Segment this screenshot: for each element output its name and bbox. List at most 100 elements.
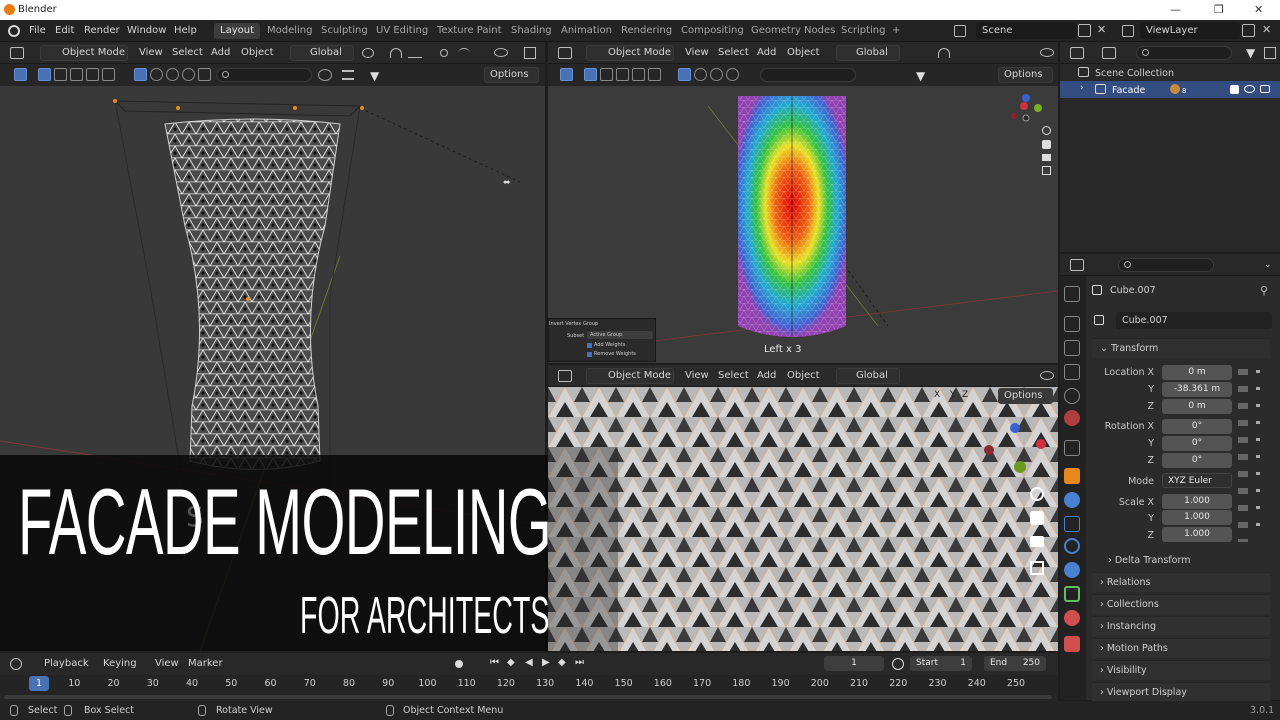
filter-icon[interactable]: ▼ <box>370 69 379 83</box>
maximize-button[interactable]: ❐ <box>1214 3 1224 16</box>
properties-editor-icon[interactable] <box>1070 259 1084 271</box>
collections-panel[interactable]: › Collections <box>1092 594 1270 614</box>
menu-help[interactable]: Help <box>174 25 197 36</box>
rt-shading-material-icon[interactable] <box>710 68 723 81</box>
grid-icon[interactable] <box>1042 166 1051 175</box>
rt-shading-rendered-icon[interactable] <box>726 68 739 81</box>
play-reverse-icon[interactable]: ◀ <box>525 657 533 668</box>
rt-mode-dropdown[interactable]: Object Mode <box>586 45 674 61</box>
gizmo-icon[interactable] <box>524 47 536 59</box>
rb-gizmo-x[interactable] <box>1036 439 1046 449</box>
close-button[interactable]: ✕ <box>1254 3 1263 16</box>
rb-axis-z[interactable]: Z <box>962 390 968 400</box>
next-keyframe-icon[interactable]: ◆ <box>558 657 566 668</box>
rb-axis-x[interactable]: X <box>934 390 940 400</box>
rb-menu-view[interactable]: View <box>685 370 709 381</box>
menu-marker[interactable]: Marker <box>188 658 223 669</box>
properties-search-input[interactable] <box>1118 258 1214 272</box>
outliner-editor-icon[interactable] <box>1070 47 1084 59</box>
menu-add[interactable]: Add <box>211 47 230 58</box>
rt-editor-type-icon[interactable] <box>558 47 572 59</box>
rt-shading-solid-icon[interactable] <box>694 68 707 81</box>
menu-playback[interactable]: Playback <box>44 658 89 669</box>
menu-object[interactable]: Object <box>241 47 274 58</box>
physics-tab-icon[interactable] <box>1064 538 1080 554</box>
rb-grid-icon[interactable] <box>1030 561 1044 575</box>
shading-material-icon[interactable] <box>166 68 179 81</box>
rt-search-input[interactable] <box>760 68 856 82</box>
rb-zoom-icon[interactable] <box>1030 487 1044 501</box>
rb-gizmo-y[interactable] <box>1014 461 1026 473</box>
jump-start-icon[interactable]: ⏮ <box>490 657 499 668</box>
rotation-mode-dropdown[interactable]: XYZ Euler <box>1162 473 1232 488</box>
mode-subtract-icon[interactable] <box>70 68 83 81</box>
prev-keyframe-icon[interactable]: ◆ <box>507 657 515 668</box>
rb-menu-object[interactable]: Object <box>787 370 820 381</box>
location-y-field[interactable]: -38.361 m <box>1162 382 1232 397</box>
rt-snap-icon[interactable] <box>938 48 950 58</box>
material-tab-icon[interactable] <box>1064 610 1080 626</box>
rt-menu-select[interactable]: Select <box>718 47 749 58</box>
rt-mode-set-icon[interactable] <box>584 68 597 81</box>
proportional-edit-icon[interactable] <box>440 49 448 57</box>
rt-orientation-dropdown[interactable]: Global <box>836 45 900 61</box>
visibility-icon[interactable] <box>494 48 508 57</box>
scale-y-field[interactable]: 1.000 <box>1162 510 1232 525</box>
visibility-panel[interactable]: › Visibility <box>1092 660 1270 680</box>
scene-tab-icon[interactable] <box>1064 388 1080 404</box>
rt-viewport[interactable]: Invert Vertex Group Subset Active Group … <box>548 86 1058 363</box>
mode-set-icon[interactable] <box>38 68 51 81</box>
mesh-filter-icon[interactable] <box>318 69 332 81</box>
menu-timeline-view[interactable]: View <box>155 658 179 669</box>
orientation-dropdown[interactable]: Global <box>290 45 354 61</box>
viewport-search-input[interactable] <box>216 68 312 82</box>
rt-menu-add[interactable]: Add <box>757 47 776 58</box>
rt-mode-extend-icon[interactable] <box>600 68 613 81</box>
start-frame-field[interactable]: Start 1 <box>910 656 972 671</box>
facade-row[interactable]: › Facade 8 <box>1060 81 1280 98</box>
texture-tab-icon[interactable] <box>1064 636 1080 652</box>
rb-mode-dropdown[interactable]: Object Mode <box>586 368 674 384</box>
scale-x-field[interactable]: 1.000 <box>1162 494 1232 509</box>
tab-geometry-nodes[interactable]: Geometry Nodes <box>745 23 841 39</box>
tab-uv-editing[interactable]: UV Editing <box>370 23 434 39</box>
rb-visibility-icon[interactable] <box>1040 371 1054 380</box>
rb-menu-add[interactable]: Add <box>757 370 776 381</box>
rt-select-box-tool-icon[interactable] <box>560 68 573 81</box>
end-frame-field[interactable]: End 250 <box>984 656 1046 671</box>
scene-collection-row[interactable]: Scene Collection <box>1060 64 1280 81</box>
delete-scene-icon[interactable]: ✕ <box>1097 23 1106 36</box>
shading-solid-icon[interactable] <box>150 68 163 81</box>
falloff-icon[interactable] <box>458 48 470 58</box>
outliner-filter-icon[interactable]: ▼ <box>1246 46 1255 60</box>
rb-options-dropdown[interactable]: Options <box>998 388 1053 404</box>
blender-menu-icon[interactable] <box>8 25 20 37</box>
rotation-y-field[interactable]: 0° <box>1162 436 1232 451</box>
tab-animation[interactable]: Animation <box>555 23 618 39</box>
new-scene-icon[interactable] <box>1078 24 1091 37</box>
tab-layout[interactable]: Layout <box>214 23 260 39</box>
modifier-tab-icon[interactable] <box>1064 492 1080 508</box>
play-icon[interactable]: ▶ <box>542 657 550 668</box>
menu-render[interactable]: Render <box>84 25 120 36</box>
scale-z-field[interactable]: 1.000 <box>1162 527 1232 542</box>
select-box-tool-icon[interactable] <box>14 68 27 81</box>
minimize-button[interactable]: — <box>1170 3 1181 16</box>
current-frame-field[interactable]: 1 <box>824 656 884 671</box>
render-tab-icon[interactable] <box>1064 316 1080 332</box>
tab-rendering[interactable]: Rendering <box>615 23 678 39</box>
mode-dropdown[interactable]: Object Mode <box>40 45 128 61</box>
pivot-icon[interactable] <box>362 48 374 58</box>
tab-sculpting[interactable]: Sculpting <box>315 23 374 39</box>
options-dropdown[interactable]: Options <box>484 67 539 83</box>
rt-mode-invert-icon[interactable] <box>648 68 661 81</box>
rotation-x-field[interactable]: 0° <box>1162 419 1232 434</box>
rb-orientation-dropdown[interactable]: Global <box>836 368 900 384</box>
new-viewlayer-icon[interactable] <box>1242 24 1255 37</box>
particles-tab-icon[interactable] <box>1064 516 1080 532</box>
rotation-z-field[interactable]: 0° <box>1162 453 1232 468</box>
clock-icon[interactable] <box>892 658 904 670</box>
rb-menu-select[interactable]: Select <box>718 370 749 381</box>
lock-icons-column[interactable] <box>1238 366 1248 542</box>
rt-options-dropdown[interactable]: Options <box>998 67 1053 83</box>
